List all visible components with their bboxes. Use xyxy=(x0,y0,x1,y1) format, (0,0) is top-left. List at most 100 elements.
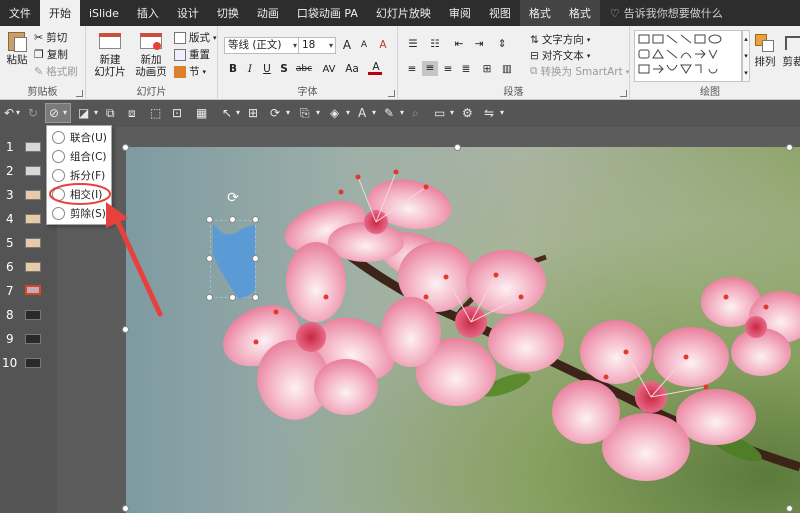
shape-resize-handle[interactable] xyxy=(252,294,259,301)
select-dropdown-icon[interactable]: ▾ xyxy=(236,105,240,121)
fill-color-dropdown-icon[interactable]: ▾ xyxy=(346,105,350,121)
tab-insert[interactable]: 插入 xyxy=(128,0,168,26)
align-left-button[interactable]: ≡ xyxy=(404,62,420,77)
flip-icon[interactable]: ⇋ xyxy=(484,105,494,121)
tab-format-2[interactable]: 格式 xyxy=(559,0,600,26)
underline-button[interactable]: U xyxy=(260,62,274,77)
shapes-gallery[interactable] xyxy=(634,30,742,82)
shape-resize-handle[interactable] xyxy=(206,216,213,223)
shape-resize-handle[interactable] xyxy=(252,216,259,223)
menu-item-intersect[interactable]: 相交(I) xyxy=(47,185,111,204)
customize-qat-icon[interactable]: ▾ xyxy=(500,105,504,121)
line-spacing-button[interactable]: ⇕ xyxy=(492,37,512,52)
font-launcher-icon[interactable] xyxy=(388,90,395,97)
clear-format-button[interactable]: A xyxy=(376,38,390,53)
tab-slideshow[interactable]: 幻灯片放映 xyxy=(367,0,440,26)
photo-resize-handle[interactable] xyxy=(122,505,129,512)
grow-font-button[interactable]: A xyxy=(340,38,354,53)
bold-button[interactable]: B xyxy=(226,62,240,77)
slide-thumbnail[interactable] xyxy=(25,310,41,320)
slide-thumbnail[interactable] xyxy=(25,334,41,344)
clipboard-launcher-icon[interactable] xyxy=(76,90,83,97)
rotate-handle-icon[interactable]: ⟳ xyxy=(225,190,241,206)
photo-resize-handle[interactable] xyxy=(122,144,129,151)
shrink-font-button[interactable]: A xyxy=(357,38,371,53)
justify-button[interactable]: ≣ xyxy=(458,62,474,77)
paste-button[interactable]: 粘贴 xyxy=(3,30,31,66)
font-name-select[interactable]: 等线 (正文) ▾ xyxy=(224,37,300,54)
tab-file[interactable]: 文件 xyxy=(0,0,40,26)
format-painter-qat-icon[interactable]: ⎘ xyxy=(300,105,310,121)
distribute-button[interactable]: ⊞ xyxy=(478,62,496,77)
new-slide-button[interactable]: 新建 幻灯片 xyxy=(89,30,131,78)
font-color-dropdown-icon[interactable]: ▾ xyxy=(372,105,376,121)
effects-icon[interactable]: ⚙ xyxy=(462,105,473,121)
copy-button[interactable]: ❐ 复制 xyxy=(34,47,68,62)
italic-button[interactable]: I xyxy=(243,62,257,77)
photo-resize-handle[interactable] xyxy=(454,144,461,151)
menu-item-union[interactable]: 联合(U) xyxy=(47,128,111,147)
align-center-button[interactable]: ≡ xyxy=(422,61,438,76)
tell-me-box[interactable]: ♡ 告诉我你想要做什么 xyxy=(600,0,723,26)
grid-icon[interactable]: ⊞ xyxy=(248,105,258,121)
bring-forward-icon[interactable]: ⧈ xyxy=(128,105,136,121)
decrease-indent-button[interactable]: ⇤ xyxy=(450,37,468,52)
format-dropdown-icon[interactable]: ▾ xyxy=(316,105,320,121)
undo-icon[interactable]: ↶ xyxy=(4,105,14,121)
align-right-button[interactable]: ≡ xyxy=(440,62,456,77)
paragraph-launcher-icon[interactable] xyxy=(620,90,627,97)
selected-shape[interactable] xyxy=(210,220,256,299)
section-button[interactable]: 节 ▾ xyxy=(174,64,206,79)
fill-color-icon[interactable]: ◈ xyxy=(330,105,339,121)
select-icon[interactable]: ↖ xyxy=(222,105,232,121)
shape-resize-handle[interactable] xyxy=(229,294,236,301)
slide-thumbnail[interactable] xyxy=(25,262,41,272)
new-animation-page-button[interactable]: 新加 动画页 xyxy=(130,30,172,78)
tab-pocket-animation[interactable]: 口袋动画 PA xyxy=(288,0,367,26)
outline-dropdown-icon[interactable]: ▾ xyxy=(400,105,404,121)
layout-button[interactable]: 版式 ▾ xyxy=(174,30,217,45)
shapes-gallery-more-icon[interactable]: ▴ ▾ ▾ xyxy=(742,30,750,82)
text-direction-button[interactable]: ⇅ 文字方向 ▾ xyxy=(530,32,590,47)
duplicate-icon[interactable]: ⧉ xyxy=(106,105,115,121)
distribute-icon[interactable]: ▦ xyxy=(196,105,207,121)
slide-thumbnail[interactable] xyxy=(25,190,41,200)
slide-thumbnail[interactable] xyxy=(25,214,41,224)
numbering-button[interactable]: ☷ xyxy=(426,37,444,52)
text-shadow-button[interactable]: S xyxy=(277,62,291,77)
change-case-button[interactable]: Aa xyxy=(342,62,362,77)
send-backward-icon[interactable]: ⬚ xyxy=(150,105,161,121)
font-color-button[interactable]: A xyxy=(368,60,384,75)
columns-button[interactable]: ▥ xyxy=(498,62,516,77)
slide-thumbnail[interactable] xyxy=(25,142,41,152)
tab-format-1[interactable]: 格式 xyxy=(519,0,560,26)
slide-thumbnail-selected[interactable] xyxy=(25,285,41,295)
format-painter-button[interactable]: ✎ 格式刷 xyxy=(34,64,78,79)
increase-indent-button[interactable]: ⇥ xyxy=(470,37,488,52)
redo-icon[interactable]: ↻ xyxy=(28,105,38,121)
font-size-select[interactable]: 18 ▾ xyxy=(298,37,336,54)
cut-button[interactable]: ✂ 剪切 xyxy=(34,30,67,45)
photo-resize-handle[interactable] xyxy=(786,505,793,512)
tab-home[interactable]: 开始 xyxy=(40,0,80,26)
shape-resize-handle[interactable] xyxy=(252,255,259,262)
font-color-qat-icon[interactable]: A xyxy=(358,105,366,121)
rotate-icon[interactable]: ⟳ xyxy=(270,105,280,121)
arrange-button[interactable]: 排列 xyxy=(752,32,778,68)
undo-dropdown-icon[interactable]: ▾ xyxy=(16,105,20,121)
tab-animations[interactable]: 动画 xyxy=(248,0,288,26)
photo-resize-handle[interactable] xyxy=(786,144,793,151)
rotate-dropdown-icon[interactable]: ▾ xyxy=(286,105,290,121)
shape-fill-dropdown-icon[interactable]: ▾ xyxy=(94,105,98,121)
tab-transitions[interactable]: 切换 xyxy=(208,0,248,26)
shape-resize-handle[interactable] xyxy=(206,255,213,262)
size-dropdown-icon[interactable]: ▾ xyxy=(450,105,454,121)
shape-resize-handle[interactable] xyxy=(206,294,213,301)
slide-thumbnail[interactable] xyxy=(25,166,41,176)
shape-resize-handle[interactable] xyxy=(229,216,236,223)
tab-view[interactable]: 视图 xyxy=(480,0,520,26)
size-icon[interactable]: ▭ xyxy=(434,105,445,121)
slide-thumbnail[interactable] xyxy=(25,358,41,368)
crop-button[interactable]: 剪裁 xyxy=(778,32,800,68)
photo-resize-handle[interactable] xyxy=(122,326,129,333)
